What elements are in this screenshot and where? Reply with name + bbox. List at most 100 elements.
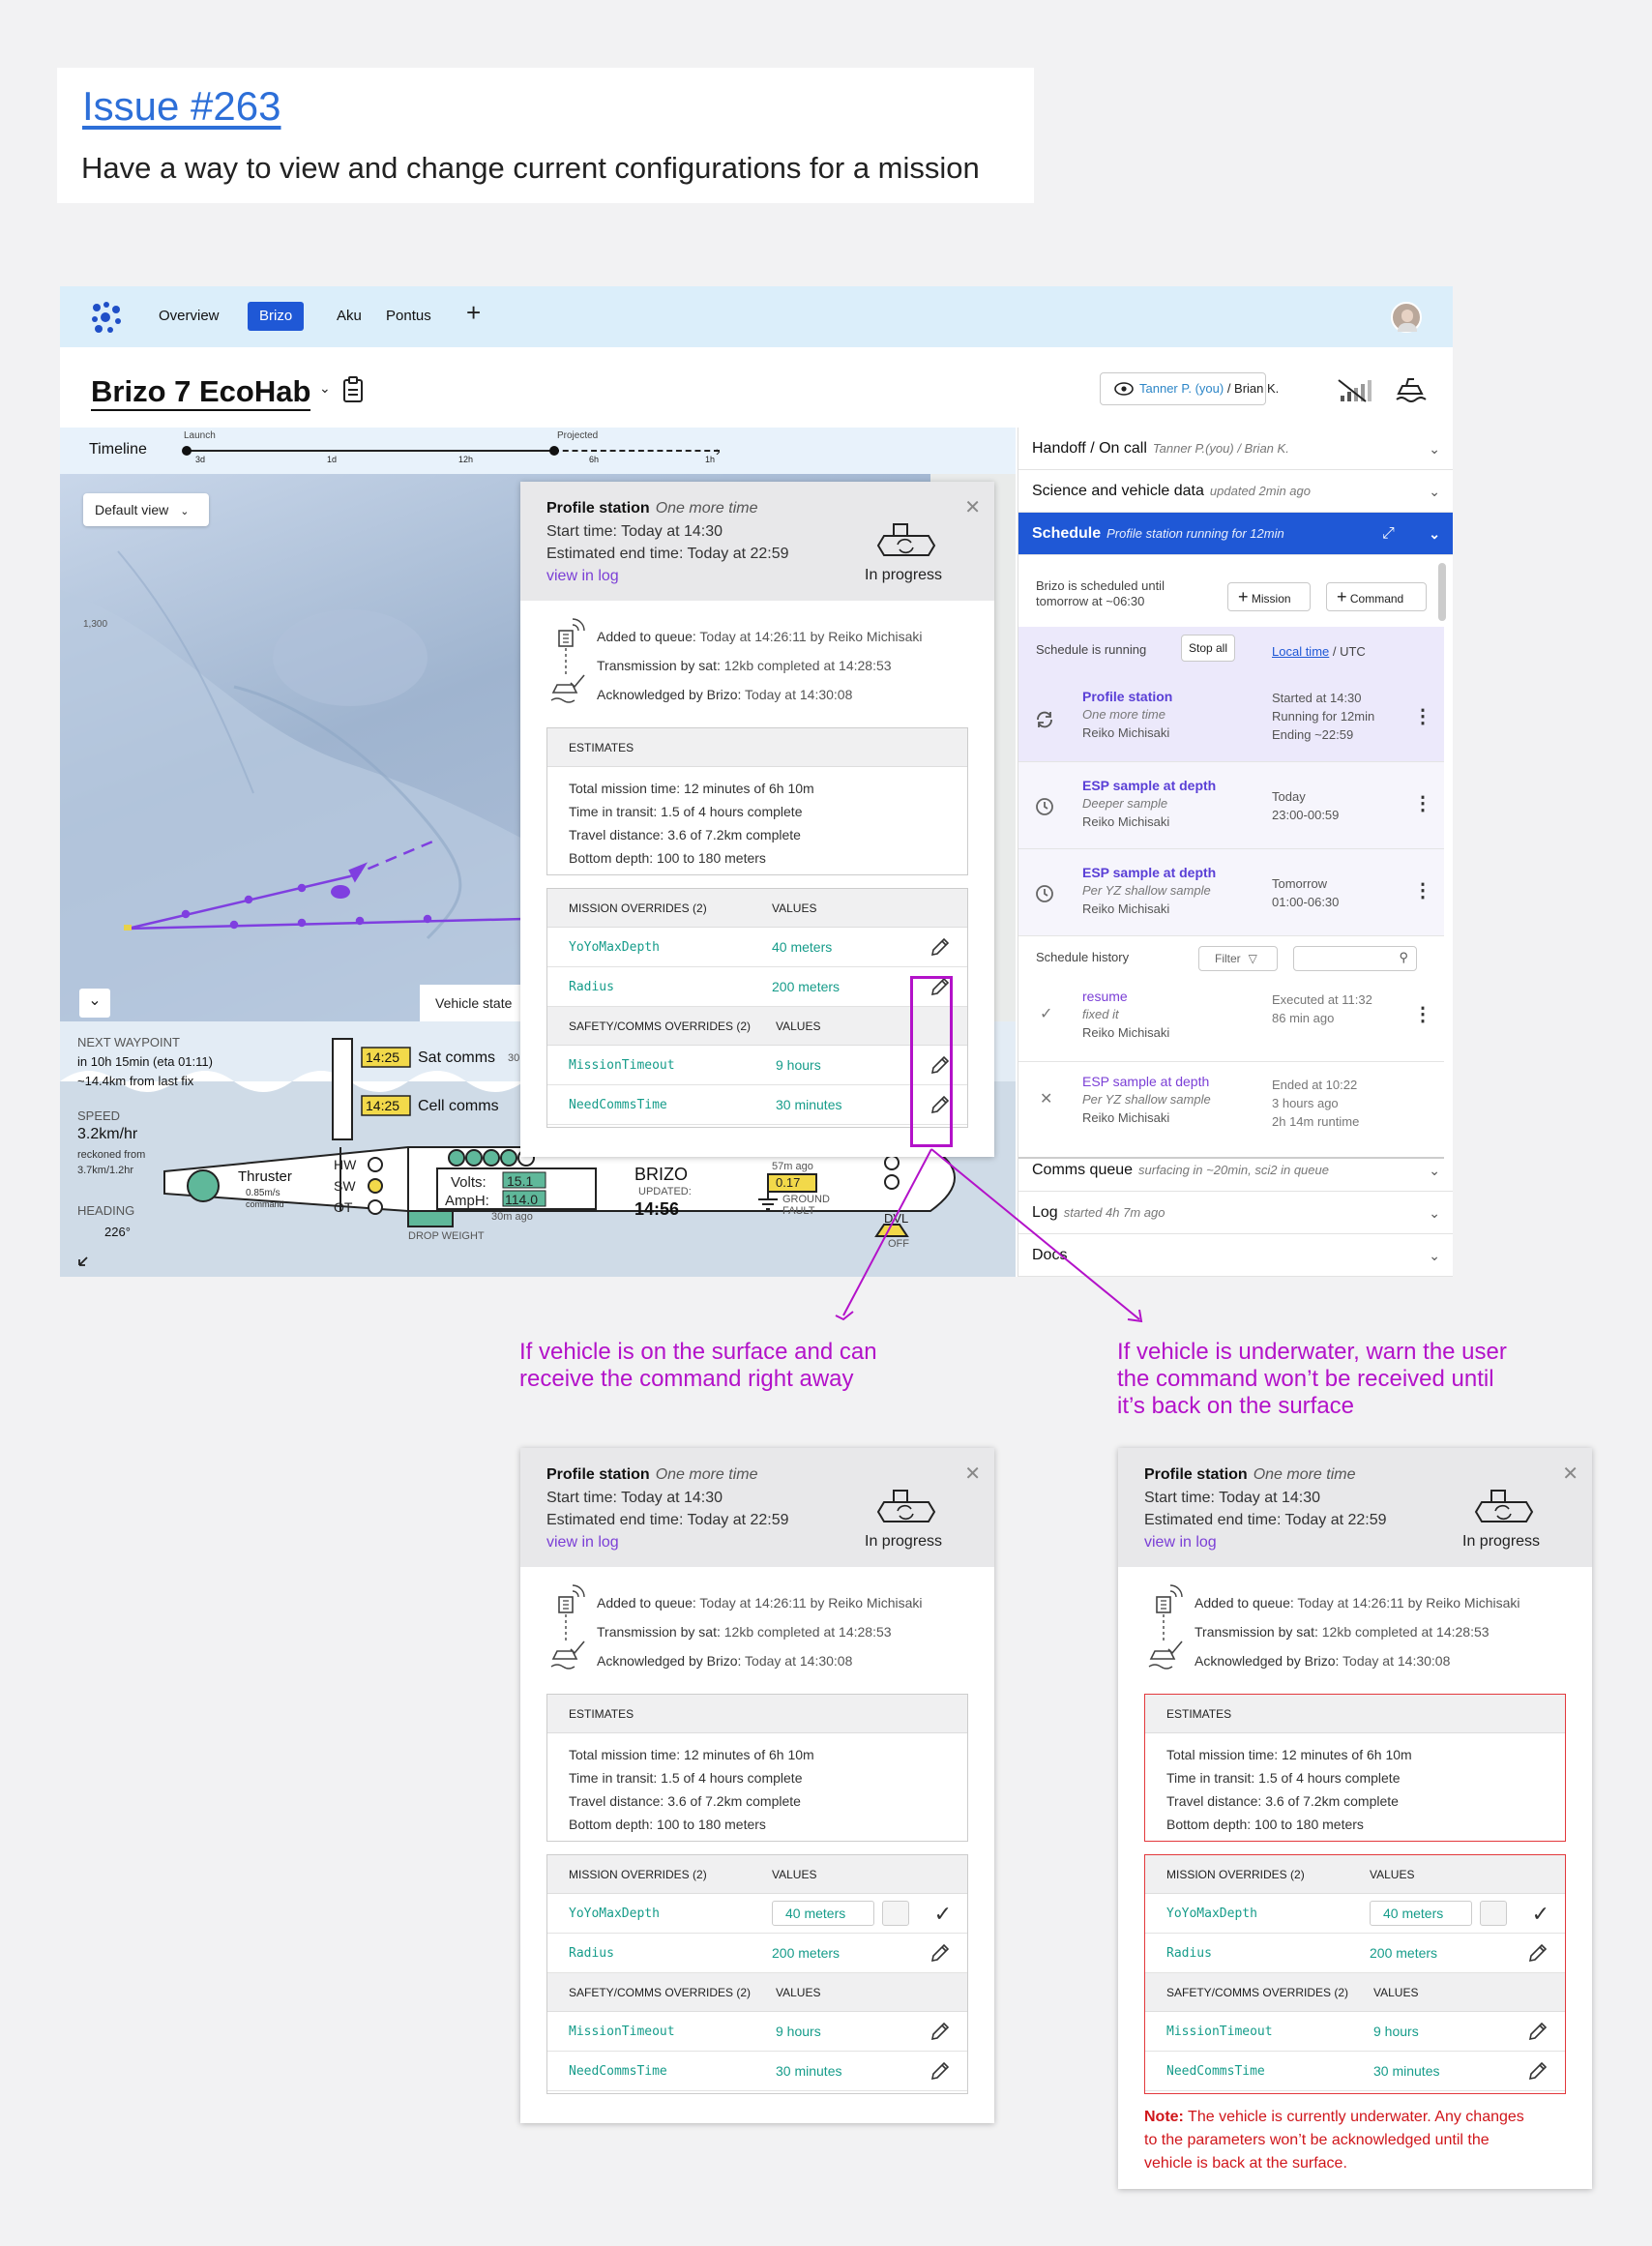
fault-label-1: GROUND — [782, 1194, 830, 1205]
override-value: 40 meters — [785, 1906, 846, 1921]
history-item-time: Ended at 10:22 3 hours ago 2h 14m runtime — [1272, 1076, 1359, 1131]
schedule-item-title[interactable]: Profile station — [1082, 689, 1172, 704]
mission-title[interactable]: Brizo 7 EcoHab — [91, 374, 311, 411]
warning-text-3: vehicle is back at the surface. — [1144, 2155, 1347, 2172]
tab-aku[interactable]: Aku — [325, 302, 373, 331]
history-item[interactable]: ✕ ESP sample at depth Per YZ shallow sam… — [1018, 1062, 1444, 1159]
tab-pontus[interactable]: Pontus — [374, 302, 443, 331]
pencil-edit-icon[interactable] — [929, 1941, 952, 1965]
queue-value: Today at 14:30:08 — [741, 1653, 853, 1669]
pencil-edit-icon[interactable] — [929, 935, 952, 959]
override-row[interactable]: Radius 200 meters — [547, 1934, 967, 1973]
override-row[interactable]: NeedCommsTime 30 minutes — [547, 2052, 967, 2091]
view-in-log-link[interactable]: view in log — [1144, 1534, 1217, 1552]
vehicle-surface-icon[interactable] — [1395, 376, 1428, 403]
view-in-log-link[interactable]: view in log — [546, 1534, 619, 1552]
scrollbar[interactable] — [1438, 563, 1446, 621]
chevron-down-icon[interactable]: ⌄ — [319, 380, 331, 397]
override-row[interactable]: YoYoMaxDepth 40 meters — [547, 928, 967, 967]
avatar[interactable] — [1391, 302, 1422, 333]
pencil-edit-icon[interactable] — [929, 2059, 952, 2083]
history-search-input[interactable]: ⚲ — [1293, 946, 1417, 971]
local-time-option[interactable]: Local time — [1272, 644, 1329, 659]
keyboard-icon[interactable] — [1480, 1901, 1507, 1926]
clipboard-icon[interactable] — [342, 376, 364, 403]
schedule-item[interactable]: Profile station One more time Reiko Mich… — [1018, 675, 1444, 762]
queue-ack: Acknowledged by Brizo: Today at 14:30:08 — [597, 687, 852, 702]
collapse-button[interactable]: ⌄ — [79, 989, 110, 1018]
schedule-item-title[interactable]: ESP sample at depth — [1082, 778, 1216, 793]
tab-brizo[interactable]: Brizo — [248, 302, 305, 331]
queue-transmission: Transmission by sat: 12kb completed at 1… — [597, 658, 892, 673]
panel-title-text: Profile station — [1144, 1466, 1248, 1483]
warning-text-1: The vehicle is currently underwater. Any… — [1183, 2109, 1524, 2125]
history-item[interactable]: ✓ resume fixed it Reiko Michisaki Execut… — [1018, 977, 1444, 1062]
watcher-sep: / — [1224, 381, 1235, 396]
timeline-bar[interactable]: Timeline › Launch Projected 3d 1d 12h 6h… — [60, 428, 1016, 474]
watchers-pill[interactable]: Tanner P. (you) / Brian K. — [1100, 372, 1279, 405]
fault-age: 57m ago — [772, 1161, 813, 1172]
estimate-label: Bottom depth: — [569, 1817, 654, 1832]
utc-option[interactable]: / UTC — [1329, 644, 1366, 659]
speed-label: SPEED — [77, 1108, 121, 1123]
override-row[interactable]: YoYoMaxDepth 40 meters ✓ — [1145, 1894, 1565, 1934]
chevron-down-icon: ⌄ — [1429, 441, 1440, 457]
override-row[interactable]: MissionTimeout 9 hours — [547, 2012, 967, 2052]
fault-value: 0.17 — [776, 1175, 801, 1190]
close-icon[interactable]: ✕ — [964, 495, 981, 519]
issue-link[interactable]: Issue #263 — [82, 83, 281, 130]
panel-status: In progress — [1462, 1533, 1541, 1550]
schedule-item[interactable]: ESP sample at depth Deeper sample Reiko … — [1018, 762, 1444, 849]
more-icon[interactable]: ⋮ — [1413, 878, 1432, 902]
command-path-icon — [550, 1584, 585, 1670]
schedule-item-title[interactable]: ESP sample at depth — [1082, 865, 1216, 880]
keyboard-icon[interactable] — [882, 1901, 909, 1926]
expand-icon[interactable]: ⤢ — [1382, 513, 1395, 555]
close-icon[interactable]: ✕ — [1562, 1462, 1578, 1486]
close-icon[interactable]: ✕ — [964, 1462, 981, 1486]
pencil-edit-icon[interactable] — [1526, 2020, 1549, 2043]
add-tab-button[interactable]: + — [466, 298, 481, 328]
timeline-start-dot[interactable] — [182, 446, 192, 456]
confirm-check-icon[interactable]: ✓ — [934, 1894, 952, 1934]
override-row[interactable]: NeedCommsTime 30 minutes — [1145, 2052, 1565, 2091]
more-icon[interactable]: ⋮ — [1413, 1002, 1432, 1026]
default-view-select[interactable]: Default view ⌄ — [83, 493, 209, 526]
schedule-item[interactable]: ESP sample at depth Per YZ shallow sampl… — [1018, 849, 1444, 936]
more-icon[interactable]: ⋮ — [1413, 704, 1432, 728]
override-row[interactable]: MissionTimeout 9 hours — [547, 1046, 967, 1085]
filter-button[interactable]: Filter ▽ — [1198, 946, 1278, 971]
more-icon[interactable]: ⋮ — [1413, 791, 1432, 815]
queue-value: Today at 14:30:08 — [1339, 1653, 1451, 1669]
tab-overview[interactable]: Overview — [147, 302, 231, 331]
override-row[interactable]: Radius 200 meters — [1145, 1934, 1565, 1973]
override-value: 9 hours — [776, 2024, 821, 2039]
signal-off-icon[interactable] — [1337, 378, 1375, 403]
schedule-header[interactable]: Schedule Profile station running for 12mi… — [1018, 513, 1453, 555]
pencil-edit-icon[interactable] — [1526, 1941, 1549, 1965]
annotation-underwater-3: it’s back on the surface — [1117, 1393, 1355, 1419]
pencil-edit-icon[interactable] — [929, 2020, 952, 2043]
history-item-time-3: 2h 14m runtime — [1272, 1114, 1360, 1129]
override-row[interactable]: Radius 200 meters — [547, 967, 967, 1007]
history-item-title[interactable]: ESP sample at depth — [1082, 1074, 1209, 1089]
timeline-now-dot[interactable] — [549, 446, 559, 456]
next-waypoint-distance: ~14.4km from last fix — [77, 1074, 194, 1088]
estimate-row: Total mission time: 12 minutes of 6h 10m — [569, 1747, 814, 1762]
confirm-check-icon[interactable]: ✓ — [1532, 1894, 1549, 1934]
stop-all-button[interactable]: Stop all — [1181, 635, 1235, 662]
queue-value: Today at 14:30:08 — [741, 687, 853, 702]
handoff-row[interactable]: Handoff / On call Tanner P.(you) / Brian … — [1018, 428, 1453, 470]
add-mission-button[interactable]: + Mission — [1227, 582, 1311, 611]
view-in-log-link[interactable]: view in log — [546, 568, 619, 585]
add-command-button[interactable]: + Command — [1326, 582, 1427, 611]
override-row[interactable]: YoYoMaxDepth 40 meters ✓ — [547, 1894, 967, 1934]
time-toggle[interactable]: Local time / UTC — [1272, 644, 1366, 659]
logo-icon[interactable] — [89, 300, 124, 335]
science-row[interactable]: Science and vehicle data updated 2min ago… — [1018, 470, 1453, 513]
pencil-edit-icon[interactable] — [1526, 2059, 1549, 2083]
history-item-title[interactable]: resume — [1082, 989, 1128, 1004]
override-key: Radius — [569, 980, 614, 994]
override-row[interactable]: MissionTimeout 9 hours — [1145, 2012, 1565, 2052]
override-row[interactable]: NeedCommsTime 30 minutes — [547, 1085, 967, 1125]
